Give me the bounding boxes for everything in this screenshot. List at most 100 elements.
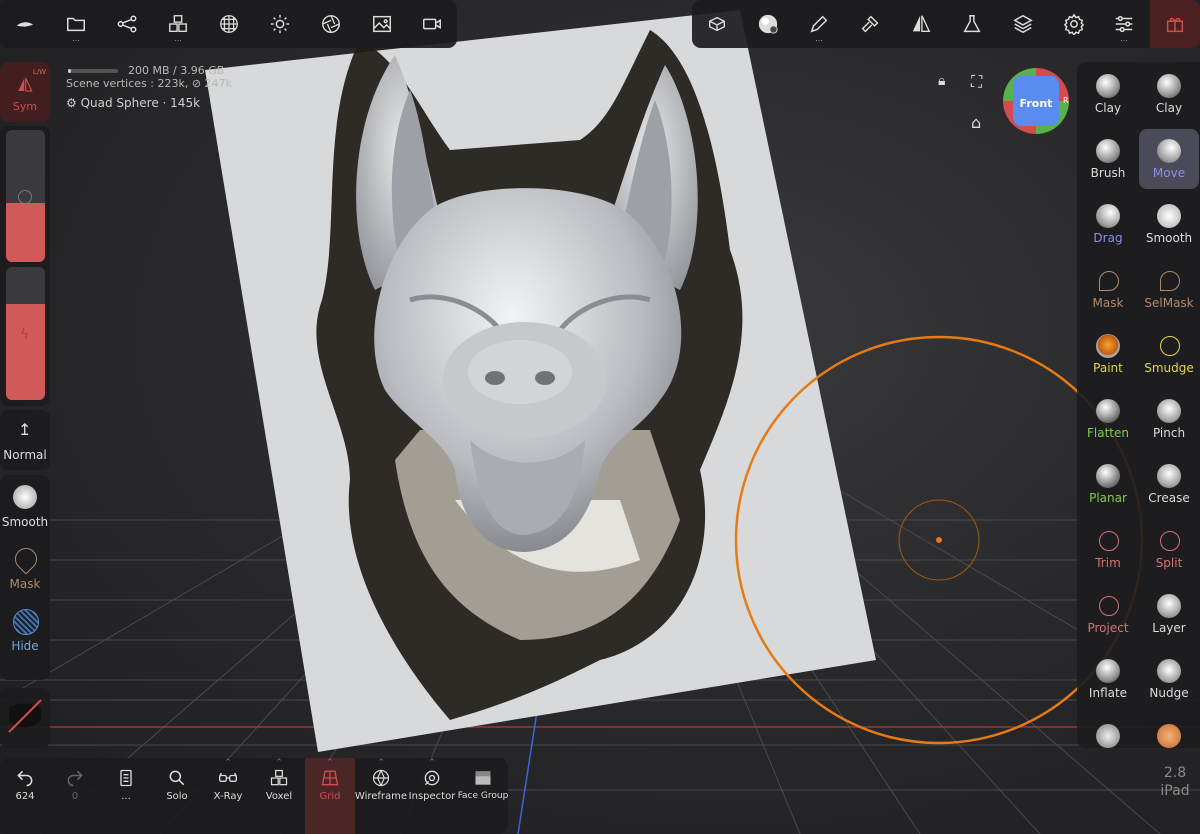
caret-icon: ^: [276, 758, 282, 766]
tool-label: Smudge: [1144, 361, 1194, 375]
undo-button[interactable]: 624: [0, 758, 50, 834]
flask-icon[interactable]: [947, 0, 997, 48]
mask-quick-button[interactable]: Mask: [0, 540, 50, 600]
tool-layer[interactable]: Layer: [1139, 584, 1199, 644]
mesh-icon: ⚙: [66, 96, 77, 110]
clay-icon: [1157, 74, 1181, 98]
inspector-button[interactable]: ^ Inspector: [407, 758, 457, 834]
xray-button[interactable]: ^ X-Ray: [203, 758, 253, 834]
image-icon[interactable]: [357, 0, 407, 48]
symmetry-button[interactable]: L/W Sym: [0, 62, 50, 122]
magnifier-icon: [169, 770, 185, 786]
video-icon[interactable]: [407, 0, 457, 48]
face-group-button[interactable]: Face Group: [458, 758, 508, 834]
mask-quick-label: Mask: [9, 577, 41, 591]
tool-inflate[interactable]: Inflate: [1078, 649, 1138, 709]
stamp-icon: [1157, 724, 1181, 748]
intensity-fill: [6, 304, 45, 400]
tool-label: Nudge: [1149, 686, 1189, 700]
move-icon: [1157, 139, 1181, 163]
tool-smooth[interactable]: Smooth: [1139, 194, 1199, 254]
radius-slider[interactable]: [6, 130, 45, 262]
tool-label: Clay: [1155, 101, 1183, 115]
aperture-icon[interactable]: [306, 0, 356, 48]
bottom-toolbar: 624 0 ... Solo ^ X-Ray ^ Voxel ^ Grid ^ …: [0, 758, 508, 834]
lock-icon[interactable]: 🔒︎: [938, 73, 945, 89]
layers-icon[interactable]: [998, 0, 1048, 48]
quick-tools: Smooth Mask Hide: [0, 475, 50, 680]
tool-mask[interactable]: Mask: [1078, 259, 1138, 319]
smooth-icon: [1157, 204, 1181, 228]
tool-flatten[interactable]: Flatten: [1078, 389, 1138, 449]
tool-paint[interactable]: Paint: [1078, 324, 1138, 384]
tool-pinch[interactable]: Pinch: [1139, 389, 1199, 449]
sliders-icon[interactable]: ...: [1099, 0, 1149, 48]
tool-brush[interactable]: Brush: [1078, 129, 1138, 189]
home-icon[interactable]: ⌂: [971, 113, 981, 132]
tool-planar[interactable]: Planar: [1078, 454, 1138, 514]
hammer-icon[interactable]: [845, 0, 895, 48]
tool-project[interactable]: Project: [1078, 584, 1138, 644]
symmetry-icon: [18, 78, 33, 92]
selmask-icon: [1160, 271, 1180, 291]
tool-extra-0[interactable]: [1078, 714, 1138, 748]
hide-quick-label: Hide: [11, 639, 39, 653]
tool-split[interactable]: Split: [1139, 519, 1199, 579]
sun-icon[interactable]: [255, 0, 305, 48]
snapshot-icon[interactable]: [692, 0, 742, 48]
pinch-icon: [1157, 399, 1181, 423]
material-preview-button[interactable]: [0, 688, 50, 748]
pencil-icon[interactable]: ...: [794, 0, 844, 48]
smooth-icon: [13, 485, 37, 509]
tool-trim[interactable]: Trim: [1078, 519, 1138, 579]
more-button[interactable]: ...: [101, 758, 151, 834]
radius-fill: [6, 202, 45, 262]
material-ball-icon[interactable]: [743, 0, 793, 48]
view-cube-label: Front: [1019, 97, 1053, 110]
smooth-quick-button[interactable]: Smooth: [0, 475, 50, 535]
voxel-cubes-icon[interactable]: ...: [153, 0, 203, 48]
top-right-toolbar: ... ...: [692, 0, 1200, 48]
tool-clay-alt[interactable]: Clay: [1139, 64, 1199, 124]
clipboard-icon: [120, 769, 132, 787]
tool-selmask[interactable]: SelMask: [1139, 259, 1199, 319]
solo-button[interactable]: Solo: [152, 758, 202, 834]
tool-smudge[interactable]: Smudge: [1139, 324, 1199, 384]
grid-button[interactable]: ^ Grid: [305, 758, 355, 834]
sphere-grid-icon[interactable]: [204, 0, 254, 48]
redo-button[interactable]: 0: [50, 758, 100, 834]
wireframe-button[interactable]: ^ Wireframe: [355, 758, 407, 834]
normal-label: Normal: [3, 448, 47, 462]
folder-icon[interactable]: ...: [51, 0, 101, 48]
tool-move[interactable]: Move: [1139, 129, 1199, 189]
caret-icon: ^: [429, 758, 435, 766]
tool-clay[interactable]: Clay: [1078, 64, 1138, 124]
tool-label: SelMask: [1144, 296, 1194, 310]
object-name: Quad Sphere: [80, 96, 159, 110]
tool-drag[interactable]: Drag: [1078, 194, 1138, 254]
logo-icon[interactable]: [0, 0, 50, 48]
voxel-button[interactable]: ^ Voxel: [254, 758, 304, 834]
gift-icon[interactable]: [1150, 0, 1200, 48]
tool-label: Layer: [1152, 621, 1186, 635]
gear-icon[interactable]: [1049, 0, 1099, 48]
normal-button[interactable]: ↥ Normal: [0, 410, 50, 470]
wireframe-icon: [372, 769, 390, 787]
tool-extra-1[interactable]: [1139, 714, 1199, 748]
flatten-icon: [1096, 399, 1120, 423]
brush-icon: [1096, 139, 1120, 163]
fullscreen-icon[interactable]: ⛶: [971, 72, 982, 92]
scene-graph-icon[interactable]: [102, 0, 152, 48]
layer-icon: [1157, 594, 1181, 618]
caret-icon: ^: [225, 758, 231, 766]
crease-icon: [1157, 464, 1181, 488]
hide-quick-button[interactable]: Hide: [0, 603, 50, 663]
tool-nudge[interactable]: Nudge: [1139, 649, 1199, 709]
arrow-up-icon: ↥: [18, 420, 32, 439]
intensity-slider[interactable]: ϟ: [6, 267, 45, 400]
view-cube[interactable]: Front R: [1003, 68, 1069, 134]
tube-icon: [1096, 724, 1120, 748]
object-info[interactable]: ⚙ Quad Sphere · 145k: [66, 97, 232, 110]
symmetry-icon[interactable]: [896, 0, 946, 48]
tool-crease[interactable]: Crease: [1139, 454, 1199, 514]
